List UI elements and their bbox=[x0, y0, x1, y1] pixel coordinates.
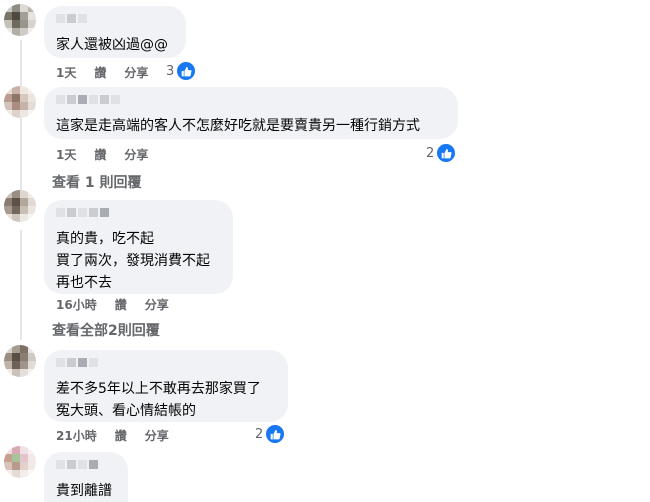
like-count[interactable]: 2 bbox=[426, 143, 457, 163]
comment-bubble: 貴到離譜 bbox=[44, 452, 128, 502]
share-action-button[interactable]: 分享 bbox=[145, 296, 169, 313]
timestamp[interactable]: 16小時 bbox=[56, 296, 97, 313]
like-action-button[interactable]: 讚 bbox=[115, 296, 127, 313]
comment-text: 差不多5年以上不敢再去那家買了 冤大頭、看心情結帳的 bbox=[56, 381, 261, 419]
like-action-button[interactable]: 讚 bbox=[115, 427, 127, 444]
share-action-button[interactable]: 分享 bbox=[124, 146, 148, 163]
blurred-author-name[interactable] bbox=[56, 460, 116, 474]
blurred-author-name[interactable] bbox=[56, 358, 276, 372]
blurred-author-name[interactable] bbox=[56, 208, 221, 222]
like-count-number: 3 bbox=[166, 63, 175, 79]
comment-bubble: 真的貴，吃不起 買了兩次，發現消費不起 再也不去 bbox=[44, 200, 233, 294]
comment-text: 家人還被凶過@@ bbox=[56, 37, 168, 53]
timestamp[interactable]: 21小時 bbox=[56, 427, 97, 444]
thread-line bbox=[20, 230, 22, 340]
view-replies-link[interactable]: 查看全部2則回覆 bbox=[52, 320, 160, 340]
view-replies-link[interactable]: 查看 1 則回覆 bbox=[52, 172, 142, 192]
avatar[interactable] bbox=[4, 4, 36, 36]
like-count[interactable]: 2 bbox=[255, 424, 286, 444]
blurred-author-name[interactable] bbox=[56, 95, 446, 109]
comment-text: 貴到離譜 bbox=[56, 483, 112, 499]
comment-bubble: 家人還被凶過@@ bbox=[44, 6, 186, 58]
comment-bubble: 差不多5年以上不敢再去那家買了 冤大頭、看心情結帳的 bbox=[44, 350, 288, 422]
avatar[interactable] bbox=[4, 345, 36, 377]
like-action-button[interactable]: 讚 bbox=[94, 146, 106, 163]
like-count-number: 2 bbox=[255, 426, 264, 442]
avatar[interactable] bbox=[4, 446, 36, 478]
blurred-author-name[interactable] bbox=[56, 14, 174, 28]
like-action-button[interactable]: 讚 bbox=[94, 64, 106, 81]
timestamp[interactable]: 1天 bbox=[56, 64, 76, 81]
comment-text: 真的貴，吃不起 買了兩次，發現消費不起 再也不去 bbox=[56, 231, 210, 291]
comment-actions: 21小時 讚 分享 bbox=[56, 427, 169, 444]
avatar[interactable] bbox=[4, 190, 36, 222]
share-action-button[interactable]: 分享 bbox=[145, 427, 169, 444]
like-count[interactable]: 3 bbox=[166, 61, 197, 81]
comment-actions: 1天 讚 分享 bbox=[56, 64, 148, 81]
comment-bubble: 這家是走高端的客人不怎麼好吃就是要賣貴另一種行銷方式 bbox=[44, 87, 458, 139]
comment-actions: 16小時 讚 分享 bbox=[56, 296, 169, 313]
thumbs-up-icon bbox=[436, 143, 457, 163]
share-action-button[interactable]: 分享 bbox=[124, 64, 148, 81]
comment-text: 這家是走高端的客人不怎麼好吃就是要賣貴另一種行銷方式 bbox=[56, 118, 420, 134]
like-count-number: 2 bbox=[426, 145, 435, 161]
thread-line bbox=[20, 40, 22, 200]
comment-actions: 1天 讚 分享 bbox=[56, 146, 148, 163]
thumbs-up-icon bbox=[176, 61, 197, 81]
thumbs-up-icon bbox=[265, 424, 286, 444]
timestamp[interactable]: 1天 bbox=[56, 146, 76, 163]
avatar[interactable] bbox=[4, 86, 36, 118]
